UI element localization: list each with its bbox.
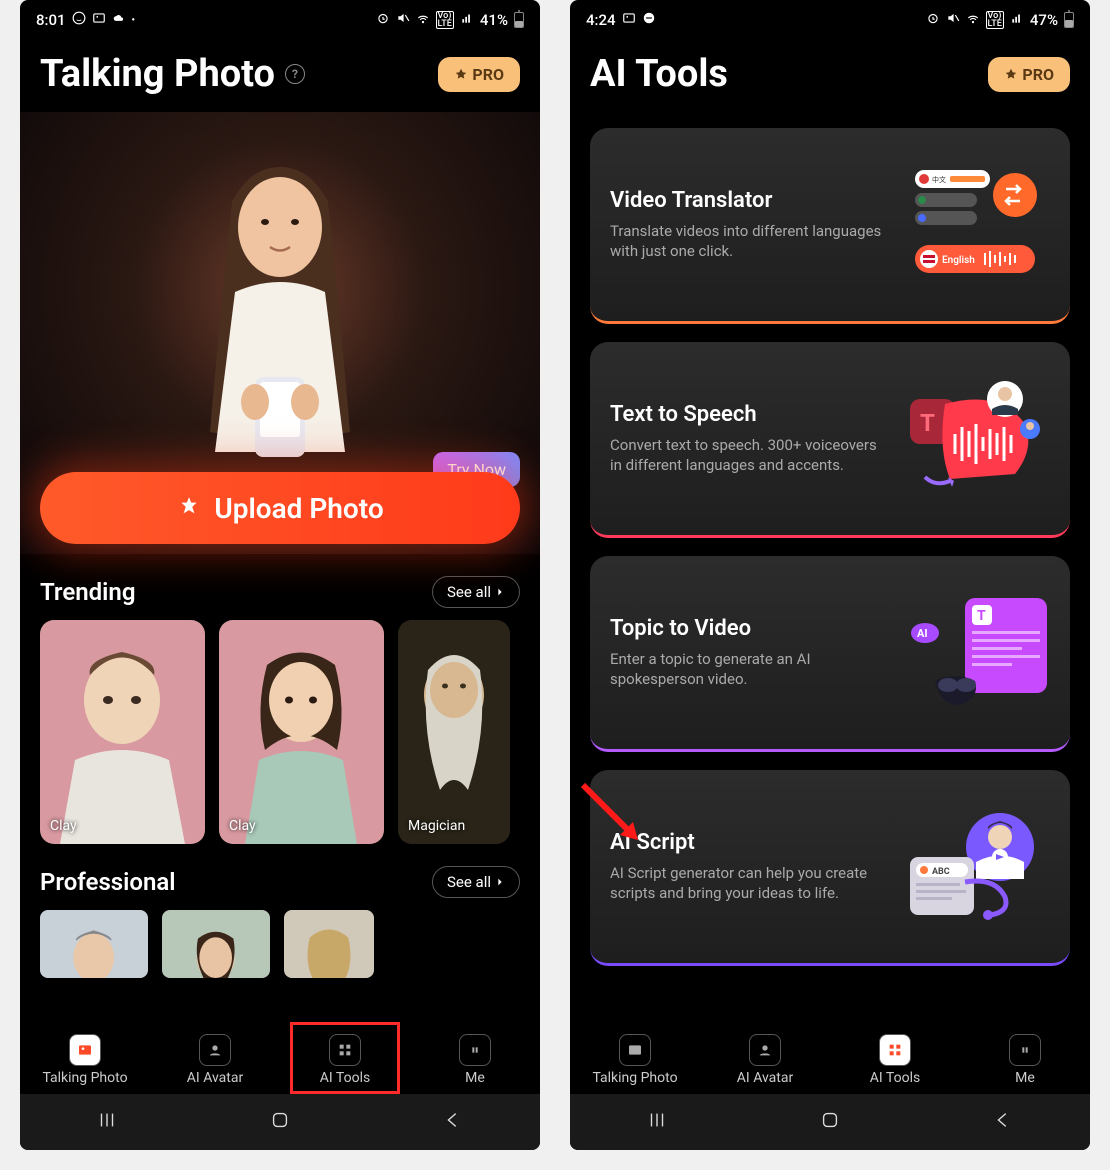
battery-icon [514, 12, 524, 28]
battery-text: 41% [480, 11, 508, 29]
alarm-icon [926, 11, 940, 29]
tool-graphic-script: ABC [910, 807, 1050, 927]
cloud-icon [112, 11, 126, 29]
bottom-nav: Talking Photo AI Avatar AI Tools Me [570, 1026, 1090, 1094]
nav-talking-photo[interactable]: Talking Photo [580, 1034, 690, 1086]
tool-graphic-topic: T AI [910, 593, 1050, 713]
avatar-card[interactable] [284, 910, 374, 978]
battery-icon [1064, 12, 1074, 28]
section-title: Trending [40, 578, 135, 606]
home-icon[interactable] [269, 1109, 291, 1135]
tool-desc: Convert text to speech. 300+ voiceovers … [610, 435, 890, 476]
avatar-card[interactable] [162, 910, 270, 978]
system-nav [20, 1094, 540, 1150]
svg-text:ABC: ABC [932, 867, 950, 877]
section-title: Professional [40, 868, 175, 896]
tool-desc: Translate videos into different language… [610, 221, 890, 262]
nav-ai-avatar[interactable]: AI Avatar [710, 1034, 820, 1086]
section-professional-head: Professional See all [20, 844, 540, 910]
status-bar: 8:01 • Vo)LTE 41% [20, 0, 540, 40]
dot-icon: • [132, 15, 136, 26]
avatar-card[interactable]: Magician [398, 620, 510, 844]
help-icon[interactable]: ? [285, 64, 305, 84]
trending-row: Clay Clay Magician [20, 620, 540, 844]
tool-title: Topic to Video [610, 616, 896, 641]
svg-text:T: T [920, 409, 935, 437]
battery-text: 47% [1030, 11, 1058, 29]
tools-list: Video Translator Translate videos into d… [570, 112, 1090, 1150]
tool-desc: Enter a topic to generate an AI spokespe… [610, 649, 890, 690]
recents-icon[interactable] [646, 1109, 668, 1135]
tool-topic-to-video[interactable]: Topic to Video Enter a topic to generate… [590, 556, 1070, 752]
signal-icon [460, 11, 474, 29]
nav-me[interactable]: Me [970, 1034, 1080, 1086]
back-icon[interactable] [442, 1109, 464, 1135]
mute-icon [396, 11, 410, 29]
me-icon [1009, 1034, 1041, 1066]
nav-me[interactable]: Me [420, 1034, 530, 1086]
bottom-nav: Talking Photo AI Avatar AI Tools Me [20, 1026, 540, 1094]
hero-banner: Try Now Upload Photo [20, 112, 540, 554]
mute-icon [946, 11, 960, 29]
svg-text:T: T [977, 608, 986, 624]
section-trending-head: Trending See all [20, 554, 540, 620]
tool-text-to-speech[interactable]: Text to Speech Convert text to speech. 3… [590, 342, 1070, 538]
see-all-button[interactable]: See all [432, 576, 520, 608]
recents-icon[interactable] [96, 1109, 118, 1135]
pro-button[interactable]: PRO [438, 57, 520, 92]
avatar-icon [199, 1034, 231, 1066]
tool-title: Video Translator [610, 188, 896, 213]
nav-ai-tools[interactable]: AI Tools [840, 1034, 950, 1086]
me-icon [459, 1034, 491, 1066]
phone-right: 4:24 Vo)LTE 47% AI Tools PRO [570, 0, 1090, 1150]
image-icon [622, 11, 636, 29]
alarm-icon [376, 11, 390, 29]
system-nav [570, 1094, 1090, 1150]
volte-icon: Vo)LTE [986, 11, 1004, 29]
svg-text:AI: AI [917, 627, 928, 640]
svg-text:English: English [942, 255, 975, 266]
page-title: Talking Photo [40, 52, 275, 96]
nav-talking-photo[interactable]: Talking Photo [30, 1034, 140, 1086]
image-icon [92, 11, 106, 29]
hero-person [160, 132, 400, 476]
see-all-button[interactable]: See all [432, 866, 520, 898]
svg-text:中文: 中文 [932, 175, 946, 184]
phone-left: 8:01 • Vo)LTE 41% Talking Photo ? [20, 0, 540, 1150]
whatsapp-icon [72, 11, 86, 29]
header: Talking Photo ? PRO [20, 40, 540, 112]
photo-icon [69, 1034, 101, 1066]
tool-title: Text to Speech [610, 402, 896, 427]
tool-graphic-translator: 中文 English [910, 165, 1050, 285]
photo-icon [619, 1034, 651, 1066]
nav-ai-avatar[interactable]: AI Avatar [160, 1034, 270, 1086]
status-bar: 4:24 Vo)LTE 47% [570, 0, 1090, 40]
wifi-icon [416, 11, 430, 29]
tool-video-translator[interactable]: Video Translator Translate videos into d… [590, 128, 1070, 324]
page-title: AI Tools [590, 52, 728, 96]
nav-ai-tools[interactable]: AI Tools [290, 1034, 400, 1086]
home-icon[interactable] [819, 1109, 841, 1135]
header: AI Tools PRO [570, 40, 1090, 112]
tool-ai-script[interactable]: AI Script AI Script generator can help y… [590, 770, 1070, 966]
status-time: 8:01 [36, 11, 66, 29]
tool-desc: AI Script generator can help you create … [610, 863, 890, 904]
upload-photo-button[interactable]: Upload Photo [40, 472, 520, 544]
avatar-icon [749, 1034, 781, 1066]
tool-graphic-tts: T [910, 379, 1050, 499]
wifi-icon [966, 11, 980, 29]
avatar-card[interactable]: Clay [40, 620, 205, 844]
avatar-card[interactable]: Clay [219, 620, 384, 844]
grid-icon [879, 1034, 911, 1066]
dnd-icon [642, 11, 656, 29]
grid-icon [329, 1034, 361, 1066]
status-time: 4:24 [586, 11, 616, 29]
tool-title: AI Script [610, 830, 896, 855]
avatar-card[interactable] [40, 910, 148, 978]
back-icon[interactable] [992, 1109, 1014, 1135]
signal-icon [1010, 11, 1024, 29]
pro-button[interactable]: PRO [988, 57, 1070, 92]
volte-icon: Vo)LTE [436, 11, 454, 29]
professional-row [20, 910, 540, 978]
